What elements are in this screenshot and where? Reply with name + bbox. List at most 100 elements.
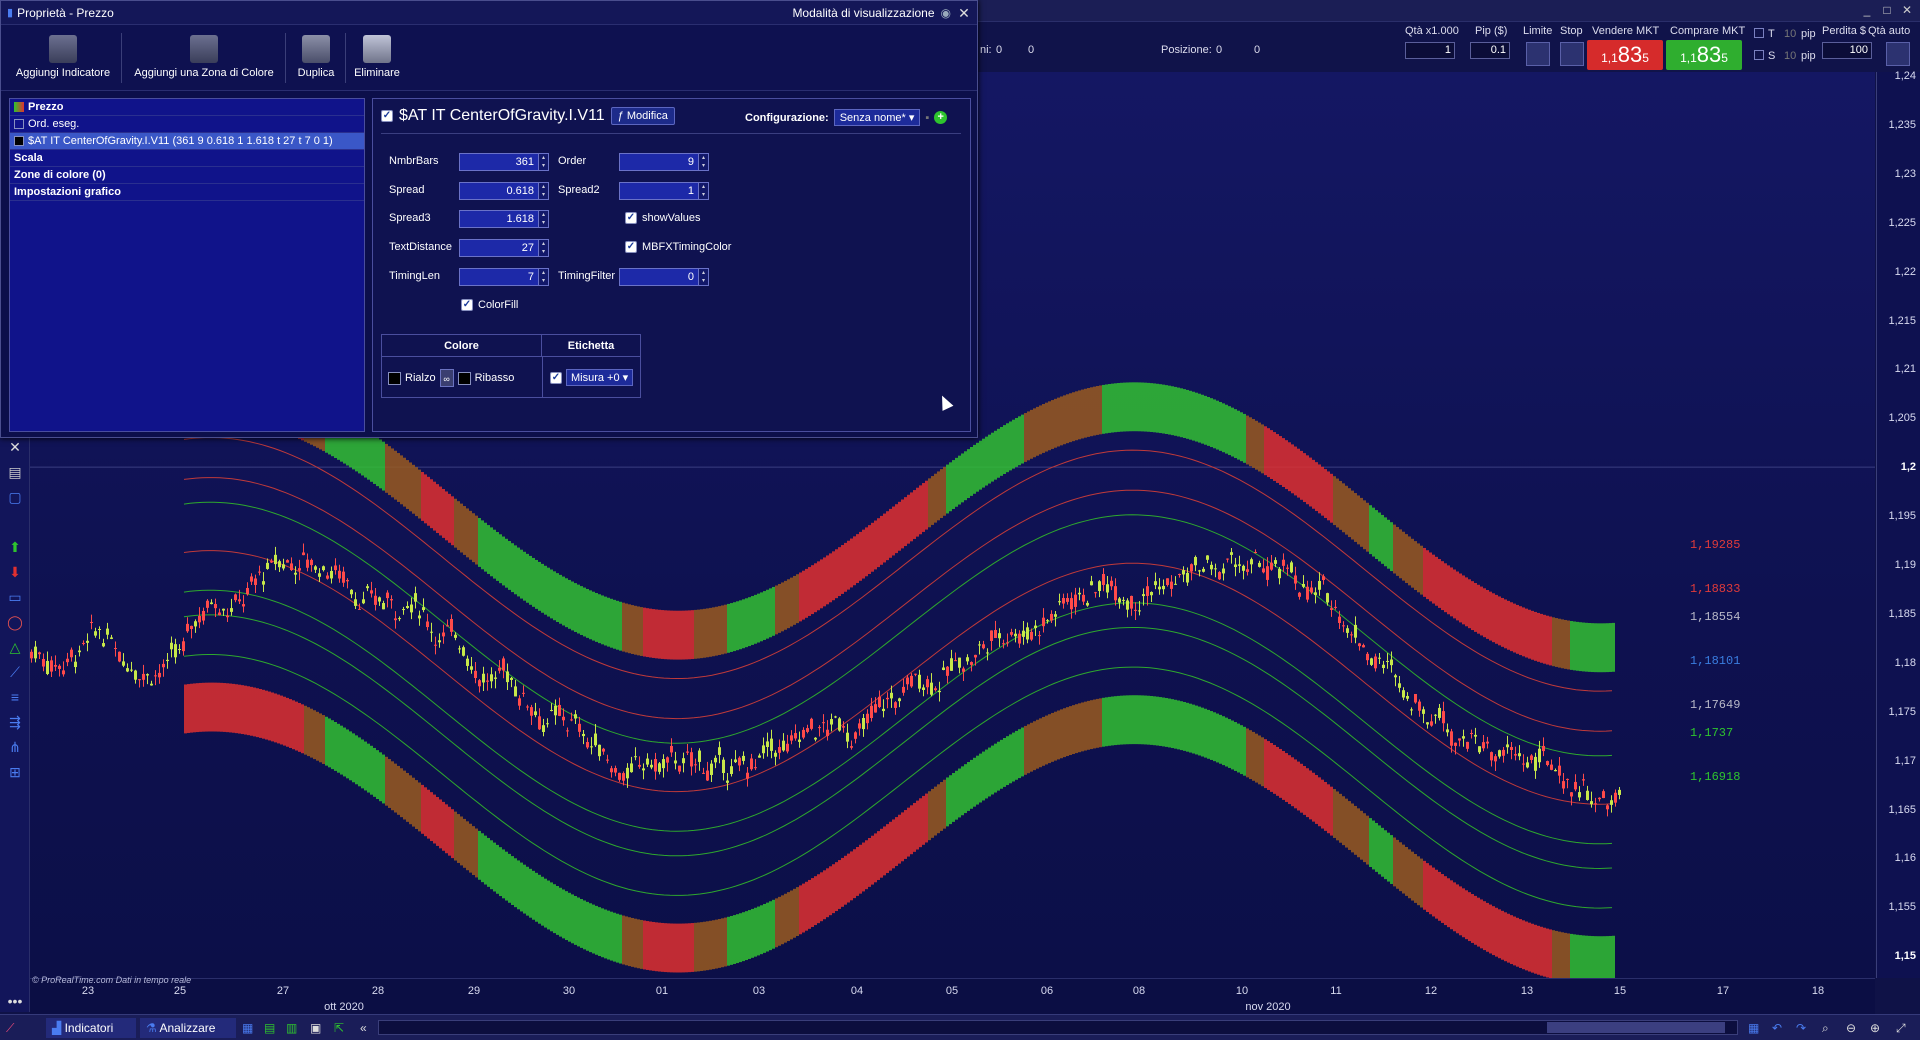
- timinglen-input[interactable]: 7 ▴ ▾: [459, 268, 549, 286]
- zoom-in-icon[interactable]: ⊕: [1870, 1018, 1880, 1038]
- fibonacci-icon[interactable]: ≡: [6, 688, 24, 706]
- buy-market-button[interactable]: 1,1835: [1666, 40, 1742, 70]
- expand-icon[interactable]: ⤢: [1896, 1018, 1906, 1038]
- channel-icon[interactable]: ⇶: [6, 713, 24, 731]
- more-tools-icon[interactable]: •••: [6, 992, 24, 1010]
- indicator-enabled-checkbox[interactable]: ✓: [381, 110, 393, 122]
- showvalues-checkbox[interactable]: ✓: [625, 212, 637, 224]
- spinner-icon[interactable]: ▴ ▾: [698, 269, 708, 285]
- mbfxtimingcolor-option[interactable]: ✓ MBFXTimingColor: [625, 241, 731, 253]
- trash-tool-icon[interactable]: ▤: [6, 463, 24, 481]
- redo-icon[interactable]: ↷: [1796, 1018, 1806, 1038]
- spread-input[interactable]: 0.618 ▴ ▾: [459, 182, 549, 200]
- add-color-zone-button[interactable]: Aggiungi una Zona di Colore: [127, 35, 281, 79]
- export-icon[interactable]: ⇱: [334, 1018, 344, 1038]
- maximize-icon[interactable]: □: [1880, 3, 1894, 17]
- delete-button[interactable]: Eliminare: [351, 35, 403, 79]
- analyze-button[interactable]: ⚗ Analizzare: [140, 1018, 236, 1038]
- tools-icon[interactable]: ✕: [6, 438, 24, 456]
- zoom-out-icon[interactable]: ⊖: [1846, 1018, 1856, 1038]
- screener-icon[interactable]: ▦: [242, 1018, 253, 1038]
- spinner-icon[interactable]: ▴ ▾: [698, 183, 708, 199]
- stop-s-value[interactable]: 10: [1784, 50, 1796, 62]
- band-fill: [1000, 739, 1003, 789]
- pitchfork-icon[interactable]: ⋔: [6, 738, 24, 756]
- auto-qty-icon[interactable]: [1886, 42, 1910, 66]
- up-arrow-icon[interactable]: ⬆: [6, 538, 24, 556]
- nmbrbars-input[interactable]: 361 ▴ ▾: [459, 153, 549, 171]
- down-arrow-icon[interactable]: ⬇: [6, 563, 24, 581]
- add-config-icon[interactable]: +: [934, 111, 948, 124]
- tree-item-scale[interactable]: Scala: [10, 150, 364, 167]
- price-axis[interactable]: 1,24 1,235 1,23 1,225 1,22 1,215 1,21 1,205 1,2 1…: [1876, 70, 1920, 978]
- dialog-close-icon[interactable]: ✕: [957, 6, 971, 20]
- spinner-icon[interactable]: ▴ ▾: [538, 183, 548, 199]
- view-mode-label[interactable]: Modalità di visualizzazione: [792, 6, 934, 20]
- spinner-icon[interactable]: ▴ ▾: [538, 240, 548, 256]
- candle-body: [1038, 635, 1041, 637]
- window-icon[interactable]: ▣: [310, 1018, 321, 1038]
- chart-type-icon[interactable]: ⟋: [6, 1018, 14, 1038]
- stop-order-icon[interactable]: [1560, 42, 1584, 66]
- trendline-icon[interactable]: ⟋: [6, 663, 24, 681]
- colorfill-option[interactable]: ✓ ColorFill: [461, 299, 518, 311]
- tree-item-indicator[interactable]: $AT IT CenterOfGravity.I.V11 (361 9 0.61…: [10, 133, 364, 150]
- save-config-icon[interactable]: ▪: [925, 112, 929, 124]
- qty-input[interactable]: 1: [1405, 42, 1455, 59]
- band-fill: [457, 814, 460, 863]
- textdistance-input[interactable]: 27 ▴ ▾: [459, 239, 549, 257]
- grid-icon[interactable]: ▥: [286, 1018, 297, 1038]
- duplicate-button[interactable]: Duplica: [291, 35, 341, 79]
- spread2-input[interactable]: 1 ▴ ▾: [619, 182, 709, 200]
- zoom-fit-icon[interactable]: ⌕: [1822, 1018, 1829, 1038]
- orders-icon: [14, 119, 24, 129]
- colorfill-checkbox[interactable]: ✓: [461, 299, 473, 311]
- spinner-icon[interactable]: ▴ ▾: [538, 154, 548, 170]
- pip-input[interactable]: 0.1: [1470, 42, 1510, 59]
- time-axis[interactable]: 23 25 27 28 29 30 01 03 04 05 06 08 10 11 12 13 15 17 18 ot…: [30, 978, 1875, 1014]
- measure-select[interactable]: Misura +0 ▾: [566, 369, 634, 386]
- spread3-input[interactable]: 1.618 ▴ ▾: [459, 210, 549, 228]
- spinner-icon[interactable]: ▴ ▾: [538, 269, 548, 285]
- ellipse-icon[interactable]: ◯: [6, 613, 24, 631]
- gann-icon[interactable]: ⊞: [6, 763, 24, 781]
- tree-item-chart-settings[interactable]: Impostazioni grafico: [10, 184, 364, 201]
- trailing-checkbox[interactable]: [1754, 28, 1764, 38]
- minimize-icon[interactable]: _: [1860, 3, 1874, 17]
- order-input[interactable]: 9 ▴ ▾: [619, 153, 709, 171]
- mbfxtimingcolor-checkbox[interactable]: ✓: [625, 241, 637, 253]
- dialog-titlebar[interactable]: ▮ Proprietà - Prezzo Modalità di visuali…: [1, 1, 977, 25]
- loss-input[interactable]: 100: [1822, 42, 1872, 59]
- rectangle-select-icon[interactable]: ▢: [6, 488, 24, 506]
- add-indicator-button[interactable]: Aggiungi Indicatore: [11, 35, 115, 79]
- fall-color-swatch[interactable]: [457, 371, 471, 385]
- close-icon[interactable]: ✕: [1900, 3, 1914, 17]
- measure-checkbox[interactable]: ✓: [550, 371, 562, 384]
- undo-icon[interactable]: ↶: [1772, 1018, 1782, 1038]
- timingfilter-input[interactable]: 0 ▴ ▾: [619, 268, 709, 286]
- tree-item-price[interactable]: Prezzo: [10, 99, 364, 116]
- triangle-icon[interactable]: △: [6, 638, 24, 656]
- showvalues-option[interactable]: ✓ showValues: [625, 212, 701, 224]
- view-mode-icon[interactable]: ◉: [941, 6, 951, 20]
- time-scrollbar[interactable]: [378, 1020, 1738, 1035]
- configuration-select[interactable]: Senza nome* ▾: [833, 109, 921, 126]
- sell-market-button[interactable]: 1,1835: [1587, 40, 1663, 70]
- trailing-value[interactable]: 10: [1784, 28, 1796, 40]
- link-icon[interactable]: ∞: [439, 369, 454, 387]
- x-tick-label: 28: [371, 985, 385, 997]
- spinner-icon[interactable]: ▴ ▾: [698, 154, 708, 170]
- spinner-icon[interactable]: ▴ ▾: [538, 211, 548, 227]
- rectangle-icon[interactable]: ▭: [6, 588, 24, 606]
- indicators-button[interactable]: ▟ Indicatori: [46, 1018, 136, 1038]
- list-icon[interactable]: ▤: [264, 1018, 275, 1038]
- tree-item-orders[interactable]: Ord. eseg.: [10, 116, 364, 133]
- stop-checkbox[interactable]: [1754, 50, 1764, 60]
- tree-item-color-zones[interactable]: Zone di colore (0): [10, 167, 364, 184]
- rise-color-swatch[interactable]: [388, 371, 401, 385]
- limit-order-icon[interactable]: [1526, 42, 1550, 66]
- scrollbar-thumb[interactable]: [1547, 1022, 1725, 1033]
- calendar-icon[interactable]: ▦: [1748, 1018, 1759, 1038]
- modify-button[interactable]: ƒ Modifica: [610, 107, 675, 125]
- scroll-left-icon[interactable]: «: [360, 1018, 367, 1038]
